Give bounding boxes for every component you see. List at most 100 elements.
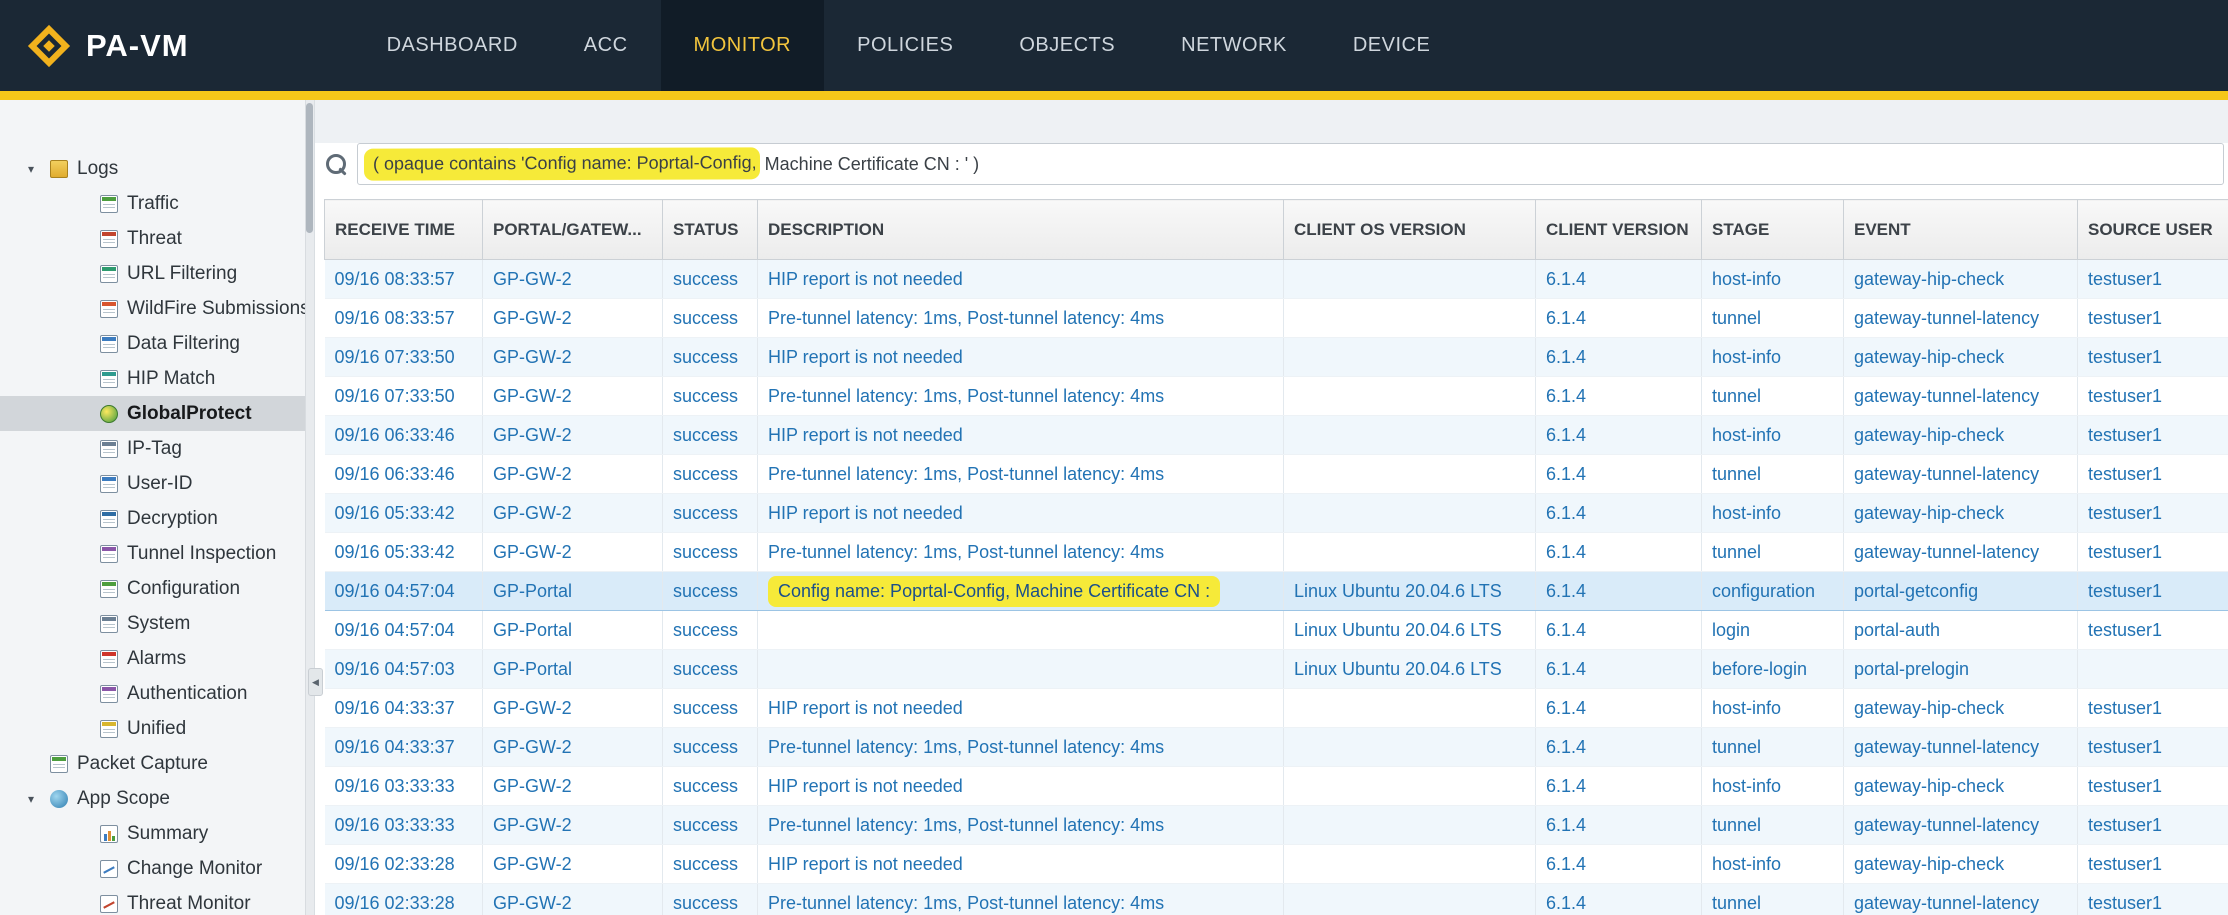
client-version-link[interactable]: 6.1.4 bbox=[1546, 698, 1586, 718]
event-link[interactable]: portal-getconfig bbox=[1854, 581, 1978, 601]
event-link[interactable]: gateway-tunnel-latency bbox=[1854, 464, 2039, 484]
column-header-source-user[interactable]: SOURCE USER bbox=[2078, 200, 2228, 260]
client-version-link[interactable]: 6.1.4 bbox=[1546, 542, 1586, 562]
client-version-link[interactable]: 6.1.4 bbox=[1546, 464, 1586, 484]
description-link[interactable]: Pre-tunnel latency: 1ms, Post-tunnel lat… bbox=[768, 308, 1164, 328]
stage-link[interactable]: host-info bbox=[1712, 854, 1781, 874]
status-link[interactable]: success bbox=[673, 269, 738, 289]
column-header-event[interactable]: EVENT bbox=[1844, 200, 2078, 260]
receive-time-link[interactable]: 09/16 08:33:57 bbox=[335, 269, 455, 289]
source-user-link[interactable]: testuser1 bbox=[2088, 269, 2162, 289]
status-link[interactable]: success bbox=[673, 659, 738, 679]
status-link[interactable]: success bbox=[673, 386, 738, 406]
column-header-status[interactable]: STATUS bbox=[663, 200, 758, 260]
sidebar-item-alarms[interactable]: Alarms bbox=[0, 641, 314, 676]
client-version-link[interactable]: 6.1.4 bbox=[1546, 659, 1586, 679]
receive-time-link[interactable]: 09/16 03:33:33 bbox=[335, 815, 455, 835]
column-header-stage[interactable]: STAGE bbox=[1702, 200, 1844, 260]
client-version-link[interactable]: 6.1.4 bbox=[1546, 581, 1586, 601]
sidebar-item-wildfire-submissions[interactable]: WildFire Submissions bbox=[0, 291, 314, 326]
source-user-link[interactable]: testuser1 bbox=[2088, 308, 2162, 328]
event-link[interactable]: gateway-tunnel-latency bbox=[1854, 737, 2039, 757]
search-icon[interactable] bbox=[325, 153, 347, 175]
stage-link[interactable]: tunnel bbox=[1712, 815, 1761, 835]
source-user-link[interactable]: testuser1 bbox=[2088, 737, 2162, 757]
client-version-link[interactable]: 6.1.4 bbox=[1546, 386, 1586, 406]
sidebar-scrollbar-thumb[interactable] bbox=[306, 103, 313, 233]
stage-link[interactable]: host-info bbox=[1712, 269, 1781, 289]
sidebar-item-threat[interactable]: Threat bbox=[0, 221, 314, 256]
event-link[interactable]: gateway-tunnel-latency bbox=[1854, 815, 2039, 835]
source-user-link[interactable]: testuser1 bbox=[2088, 581, 2162, 601]
client-version-link[interactable]: 6.1.4 bbox=[1546, 854, 1586, 874]
status-link[interactable]: success bbox=[673, 815, 738, 835]
receive-time-link[interactable]: 09/16 04:57:03 bbox=[335, 659, 455, 679]
nav-item-policies[interactable]: POLICIES bbox=[824, 0, 986, 91]
stage-link[interactable]: host-info bbox=[1712, 347, 1781, 367]
status-link[interactable]: success bbox=[673, 425, 738, 445]
portal-gateway-link[interactable]: GP-GW-2 bbox=[493, 425, 572, 445]
status-link[interactable]: success bbox=[673, 698, 738, 718]
sidebar-item-summary[interactable]: Summary bbox=[0, 816, 314, 851]
sidebar-item-ip-tag[interactable]: IP-Tag bbox=[0, 431, 314, 466]
client-version-link[interactable]: 6.1.4 bbox=[1546, 347, 1586, 367]
stage-link[interactable]: before-login bbox=[1712, 659, 1807, 679]
portal-gateway-link[interactable]: GP-GW-2 bbox=[493, 893, 572, 913]
source-user-link[interactable]: testuser1 bbox=[2088, 503, 2162, 523]
status-link[interactable]: success bbox=[673, 464, 738, 484]
source-user-link[interactable]: testuser1 bbox=[2088, 893, 2162, 913]
portal-gateway-link[interactable]: GP-GW-2 bbox=[493, 503, 572, 523]
source-user-link[interactable]: testuser1 bbox=[2088, 698, 2162, 718]
description-link[interactable]: Pre-tunnel latency: 1ms, Post-tunnel lat… bbox=[768, 386, 1164, 406]
client-version-link[interactable]: 6.1.4 bbox=[1546, 269, 1586, 289]
receive-time-link[interactable]: 09/16 04:57:04 bbox=[335, 620, 455, 640]
expand-caret-icon[interactable] bbox=[28, 792, 50, 806]
sidebar-item-logs[interactable]: Logs bbox=[0, 151, 314, 186]
sidebar-item-packet-capture[interactable]: Packet Capture bbox=[0, 746, 314, 781]
portal-gateway-link[interactable]: GP-GW-2 bbox=[493, 776, 572, 796]
event-link[interactable]: gateway-hip-check bbox=[1854, 269, 2004, 289]
receive-time-link[interactable]: 09/16 04:33:37 bbox=[335, 737, 455, 757]
portal-gateway-link[interactable]: GP-GW-2 bbox=[493, 464, 572, 484]
sidebar-item-hip-match[interactable]: HIP Match bbox=[0, 361, 314, 396]
description-link[interactable]: HIP report is not needed bbox=[768, 269, 963, 289]
status-link[interactable]: success bbox=[673, 737, 738, 757]
expand-caret-icon[interactable] bbox=[28, 162, 50, 176]
description-link[interactable]: Pre-tunnel latency: 1ms, Post-tunnel lat… bbox=[768, 815, 1164, 835]
receive-time-link[interactable]: 09/16 02:33:28 bbox=[335, 893, 455, 913]
status-link[interactable]: success bbox=[673, 542, 738, 562]
status-link[interactable]: success bbox=[673, 776, 738, 796]
source-user-link[interactable]: testuser1 bbox=[2088, 815, 2162, 835]
sidebar-item-unified[interactable]: Unified bbox=[0, 711, 314, 746]
nav-item-objects[interactable]: OBJECTS bbox=[986, 0, 1148, 91]
description-link[interactable]: Pre-tunnel latency: 1ms, Post-tunnel lat… bbox=[768, 464, 1164, 484]
source-user-link[interactable]: testuser1 bbox=[2088, 347, 2162, 367]
stage-link[interactable]: tunnel bbox=[1712, 464, 1761, 484]
event-link[interactable]: gateway-hip-check bbox=[1854, 347, 2004, 367]
sidebar-item-decryption[interactable]: Decryption bbox=[0, 501, 314, 536]
log-query-input[interactable]: ( opaque contains 'Config name: Poprtal-… bbox=[357, 143, 2224, 185]
portal-gateway-link[interactable]: GP-GW-2 bbox=[493, 308, 572, 328]
receive-time-link[interactable]: 09/16 02:33:28 bbox=[335, 854, 455, 874]
event-link[interactable]: gateway-tunnel-latency bbox=[1854, 542, 2039, 562]
sidebar-item-threat-monitor[interactable]: Threat Monitor bbox=[0, 886, 314, 915]
description-link[interactable]: HIP report is not needed bbox=[768, 854, 963, 874]
receive-time-link[interactable]: 09/16 07:33:50 bbox=[335, 386, 455, 406]
receive-time-link[interactable]: 09/16 06:33:46 bbox=[335, 425, 455, 445]
event-link[interactable]: gateway-tunnel-latency bbox=[1854, 386, 2039, 406]
stage-link[interactable]: tunnel bbox=[1712, 386, 1761, 406]
sidebar-item-globalprotect[interactable]: GlobalProtect bbox=[0, 396, 314, 431]
event-link[interactable]: portal-prelogin bbox=[1854, 659, 1969, 679]
receive-time-link[interactable]: 09/16 03:33:33 bbox=[335, 776, 455, 796]
column-header-receive-time[interactable]: RECEIVE TIME bbox=[325, 200, 483, 260]
client-version-link[interactable]: 6.1.4 bbox=[1546, 737, 1586, 757]
status-link[interactable]: success bbox=[673, 347, 738, 367]
client-version-link[interactable]: 6.1.4 bbox=[1546, 893, 1586, 913]
description-link[interactable]: HIP report is not needed bbox=[768, 503, 963, 523]
event-link[interactable]: gateway-tunnel-latency bbox=[1854, 893, 2039, 913]
client-version-link[interactable]: 6.1.4 bbox=[1546, 308, 1586, 328]
status-link[interactable]: success bbox=[673, 854, 738, 874]
stage-link[interactable]: login bbox=[1712, 620, 1750, 640]
description-link[interactable]: HIP report is not needed bbox=[768, 698, 963, 718]
receive-time-link[interactable]: 09/16 06:33:46 bbox=[335, 464, 455, 484]
